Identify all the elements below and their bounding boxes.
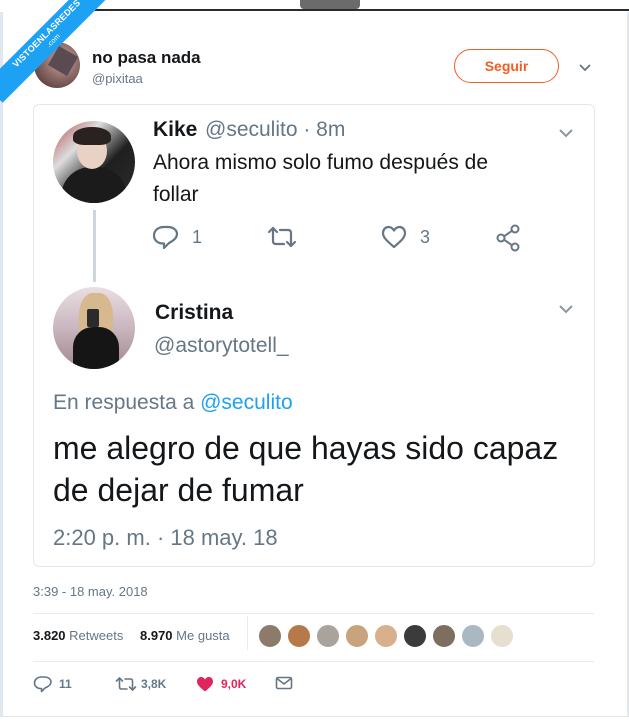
reply-avatar[interactable]: [53, 287, 135, 369]
likes-stat[interactable]: 8.970 Me gusta: [140, 628, 230, 643]
reply-name[interactable]: Cristina: [155, 301, 233, 325]
divider-top: [33, 613, 594, 614]
retweets-label: Retweets: [69, 628, 124, 643]
tweet-actions: 11 3,8K 9,0K: [33, 674, 333, 696]
chevron-down-icon[interactable]: [557, 300, 575, 318]
retweet-icon: [115, 677, 137, 691]
author-handle[interactable]: @pixitaa: [92, 71, 143, 86]
parent-actions: 1 3: [152, 222, 532, 252]
reply-handle[interactable]: @astorytotell_: [154, 334, 289, 358]
liker-avatar[interactable]: [461, 624, 485, 648]
liker-avatar[interactable]: [432, 624, 456, 648]
follow-button[interactable]: Seguir: [454, 49, 559, 83]
thread-connector: [93, 210, 96, 282]
top-edge-line: [95, 9, 629, 11]
top-edge-shadow: [300, 0, 360, 9]
mail-icon: [275, 676, 293, 690]
parent-avatar-hair: [73, 127, 111, 145]
like-count: 9,0K: [221, 677, 247, 691]
reply-icon: [33, 676, 52, 693]
frame-left: [0, 12, 3, 726]
liker-avatars: [258, 624, 518, 650]
reply-avatar-phone: [87, 309, 99, 327]
liker-avatar[interactable]: [316, 624, 340, 648]
chevron-down-icon[interactable]: [557, 124, 575, 142]
heart-icon: [381, 225, 407, 249]
liker-avatar[interactable]: [345, 624, 369, 648]
divider-bottom: [33, 661, 594, 662]
retweet-icon: [267, 226, 297, 248]
parent-meta: @seculito · 8m: [205, 118, 346, 141]
chevron-down-icon[interactable]: [578, 60, 592, 74]
liker-avatar[interactable]: [374, 624, 398, 648]
retweets-count: 3.820: [33, 628, 66, 643]
likes-label: Me gusta: [176, 628, 230, 643]
bottom-edge: [0, 716, 629, 726]
parent-like-count: 3: [420, 227, 431, 247]
reply-context: En respuesta a @seculito: [53, 391, 293, 415]
parent-avatar-body: [61, 167, 127, 203]
parent-name[interactable]: Kike: [153, 118, 197, 142]
heart-icon: [197, 677, 213, 692]
reply-count: 11: [59, 677, 72, 691]
parent-text: Ahora mismo solo fumo después de follar: [153, 151, 489, 206]
author-name[interactable]: no pasa nada: [92, 48, 201, 68]
parent-reply-count: 1: [192, 227, 203, 247]
retweets-stat[interactable]: 3.820 Retweets: [33, 628, 123, 643]
tweet-timestamp[interactable]: 3:39 - 18 may. 2018: [33, 584, 148, 599]
reply-avatar-body: [73, 327, 119, 369]
liker-avatar[interactable]: [490, 624, 514, 648]
share-icon: [496, 224, 520, 252]
liker-avatar[interactable]: [258, 624, 282, 648]
reply-context-mention[interactable]: @seculito: [200, 391, 293, 414]
likes-count: 8.970: [140, 628, 173, 643]
liker-avatar[interactable]: [403, 624, 427, 648]
retweet-count: 3,8K: [141, 677, 167, 691]
parent-avatar[interactable]: [53, 121, 135, 203]
reply-icon: [152, 225, 179, 250]
reply-text: me alegro de que hayas sido capaz de dej…: [53, 430, 559, 508]
reply-context-prefix: En respuesta a: [53, 391, 195, 414]
liker-avatar[interactable]: [287, 624, 311, 648]
reply-timestamp[interactable]: 2:20 p. m. · 18 may. 18: [53, 525, 278, 551]
stats-separator: [247, 616, 248, 650]
